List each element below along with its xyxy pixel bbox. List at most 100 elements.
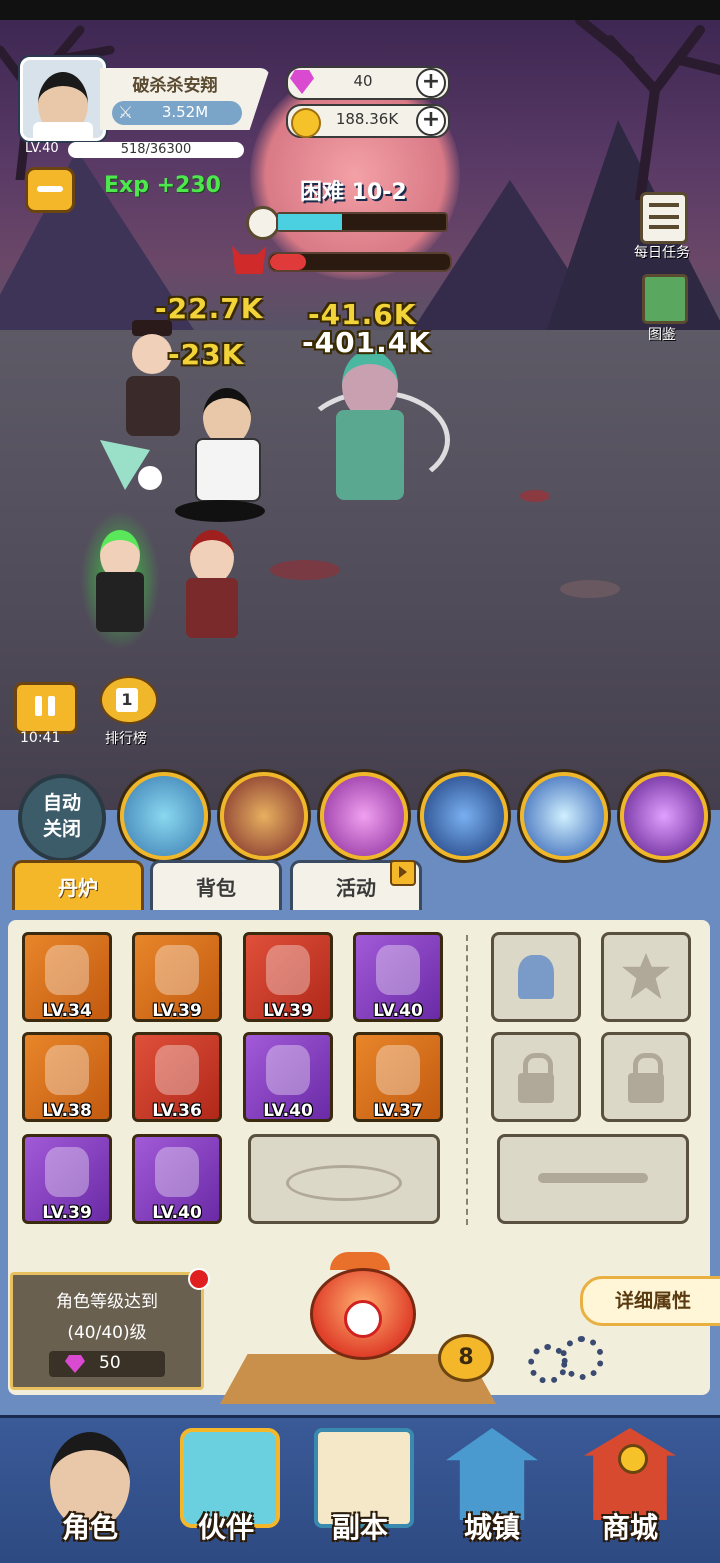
add-gold-button[interactable]: + xyxy=(416,106,446,136)
lock-icon[interactable] xyxy=(601,1032,691,1122)
stage-label: 困难 10-2 xyxy=(300,180,407,205)
daily-tasks-icon[interactable] xyxy=(640,192,688,244)
phoenix-orb-icon xyxy=(376,945,420,995)
requirement-line2: (40/40)级 xyxy=(67,1323,147,1343)
equipment-slot[interactable]: LV.36 xyxy=(132,1032,222,1122)
coin-icon xyxy=(618,1444,648,1474)
equipment-level: LV.39 xyxy=(263,1001,313,1021)
codex-label[interactable]: 图鉴 xyxy=(622,324,702,344)
damage-number: -401.4K xyxy=(302,326,431,359)
damage-number: -22.7K xyxy=(155,292,264,325)
equipment-level: LV.40 xyxy=(152,1203,202,1223)
equipment-slot[interactable]: LV.37 xyxy=(353,1032,443,1122)
exp-gain: Exp +230 xyxy=(104,173,221,198)
notification-dot xyxy=(188,1268,210,1290)
equipment-level: LV.38 xyxy=(42,1101,92,1121)
player-avatar[interactable] xyxy=(20,57,106,141)
equipment-level: LV.36 xyxy=(152,1101,202,1121)
menu-button[interactable] xyxy=(25,167,75,213)
tab-backpack[interactable]: 背包 xyxy=(150,860,282,913)
enemy-boss xyxy=(300,350,450,520)
reward-amount: 50 xyxy=(99,1353,121,1373)
dead-tree xyxy=(575,15,720,200)
boss-hp-bar xyxy=(268,252,452,272)
equipment-slot[interactable]: LV.40 xyxy=(243,1032,333,1122)
equipment-level: LV.39 xyxy=(152,1001,202,1021)
equipment-slot[interactable]: LV.38 xyxy=(22,1032,112,1122)
pause-button[interactable] xyxy=(14,682,78,734)
player-level: LV.40 xyxy=(25,141,59,156)
gear-icon[interactable] xyxy=(560,1336,604,1380)
alchemy-furnace[interactable] xyxy=(300,1252,420,1362)
bell-weapon-icon[interactable] xyxy=(491,932,581,1022)
equipment-slot[interactable]: LV.39 xyxy=(22,1134,112,1224)
character-player xyxy=(175,388,265,522)
nav-character[interactable]: 角色 xyxy=(30,1422,150,1552)
crown-icon xyxy=(155,945,199,995)
bagua-icon xyxy=(155,1045,199,1095)
equipment-slot[interactable]: LV.34 xyxy=(22,932,112,1022)
hexagram-icon[interactable] xyxy=(601,932,691,1022)
nav-partners[interactable]: 伙伴 xyxy=(166,1422,286,1552)
character-red-warrior xyxy=(172,520,252,660)
armor-icon xyxy=(45,1045,89,1095)
empty-slot-rune[interactable] xyxy=(248,1134,440,1224)
status-bar xyxy=(0,0,720,20)
lightning-scroll-skill-icon[interactable] xyxy=(420,772,508,860)
detail-attributes-button[interactable]: 详细属性 xyxy=(580,1276,720,1326)
beast-skill-icon[interactable] xyxy=(220,772,308,860)
gem-count: 40 xyxy=(353,72,373,90)
combat-power: 3.52M xyxy=(161,103,209,121)
auto-toggle-button[interactable]: 自动关闭 xyxy=(18,774,106,862)
codex-book-icon[interactable] xyxy=(642,274,688,324)
nav-town[interactable]: 城镇 xyxy=(432,1422,552,1552)
spear-icon xyxy=(45,945,89,995)
gold-coin-icon xyxy=(291,108,321,138)
divider xyxy=(466,935,468,1225)
ranking-button[interactable]: 1 xyxy=(98,676,158,724)
gourd-icon xyxy=(266,1045,310,1095)
clock-icon xyxy=(246,206,280,240)
character-butterfly-pet xyxy=(100,440,170,500)
shuriken-skill-icon[interactable] xyxy=(620,772,708,860)
fruit-icon xyxy=(376,1045,420,1095)
equipment-level: LV.34 xyxy=(42,1001,92,1021)
robe-icon xyxy=(266,945,310,995)
nav-shop[interactable]: 商城 xyxy=(570,1422,690,1552)
equipment-slot[interactable]: LV.39 xyxy=(243,932,333,1022)
nav-dungeon[interactable]: 副本 xyxy=(300,1422,420,1552)
equipment-slot[interactable]: LV.40 xyxy=(132,1134,222,1224)
boots-icon xyxy=(155,1147,199,1197)
ranking-badge: 1 xyxy=(116,688,138,712)
trident-slot-icon[interactable] xyxy=(497,1134,689,1224)
equipment-level: LV.37 xyxy=(373,1101,423,1121)
comet-skill-icon[interactable] xyxy=(520,772,608,860)
battle-timer: 10:41 xyxy=(20,730,61,746)
xp-value: 518/36300 xyxy=(120,142,192,157)
tab-furnace[interactable]: 丹炉 xyxy=(12,860,144,913)
ranking-label[interactable]: 排行榜 xyxy=(90,728,162,748)
equipment-level: LV.40 xyxy=(373,1001,423,1021)
requirement-box: 角色等级达到 (40/40)级 50 xyxy=(10,1272,204,1390)
character-green-aura xyxy=(80,510,160,650)
equipment-level: LV.40 xyxy=(263,1101,313,1121)
lock-icon[interactable] xyxy=(491,1032,581,1122)
gem-icon xyxy=(65,1355,85,1373)
rock xyxy=(270,560,340,580)
player-name: 破杀杀安翔 xyxy=(132,76,218,96)
daily-tasks-label[interactable]: 每日任务 xyxy=(622,242,702,262)
equipment-level: LV.39 xyxy=(42,1203,92,1223)
dragon-skill-icon[interactable] xyxy=(120,772,208,860)
bracelet-icon xyxy=(45,1147,89,1197)
vortex-skill-icon[interactable] xyxy=(320,772,408,860)
rock xyxy=(520,490,550,502)
rock xyxy=(560,580,620,598)
equipment-slot[interactable]: LV.40 xyxy=(353,932,443,1022)
add-gems-button[interactable]: + xyxy=(416,68,446,98)
damage-number: -23K xyxy=(168,338,245,371)
equipment-slot[interactable]: LV.39 xyxy=(132,932,222,1022)
arrow-right-icon xyxy=(390,860,416,886)
gold-count: 188.36K xyxy=(335,110,399,128)
wave-progress-bar xyxy=(276,212,448,232)
sword-icon: ⚔ xyxy=(118,103,134,123)
